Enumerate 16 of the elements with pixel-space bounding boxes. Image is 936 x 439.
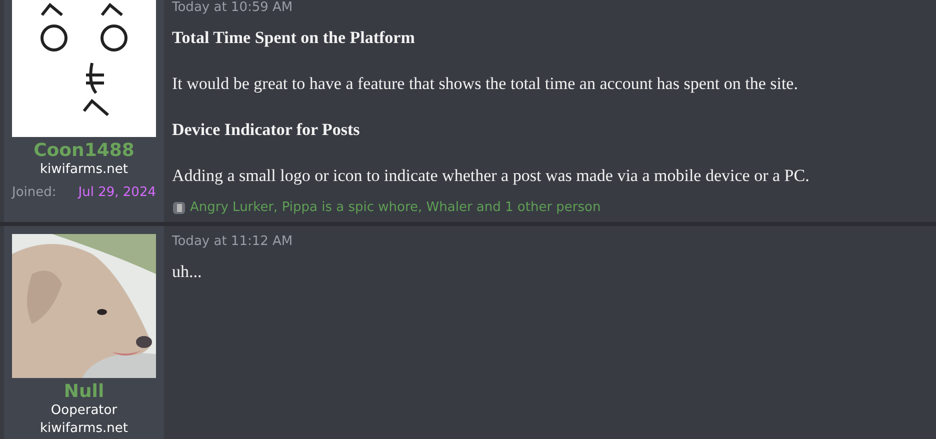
- user-title: Ooperator: [50, 402, 118, 420]
- post-heading: Device Indicator for Posts: [172, 119, 361, 141]
- reaction-list[interactable]: Angry Lurker, Pippa is a spic whore, Whaler and 1 other person: [190, 198, 601, 218]
- joined-date: Jul 29, 2024: [78, 184, 156, 202]
- user-title: kiwifarms.net: [40, 161, 128, 179]
- joined-label: Joined:: [12, 184, 56, 202]
- post-paragraph: uh...: [172, 260, 203, 282]
- username-link[interactable]: Null: [64, 382, 104, 402]
- post-timestamp[interactable]: Today at 11:12 AM: [172, 234, 928, 250]
- reaction-icon: [172, 200, 186, 215]
- post-paragraph: Adding a small logo or icon to indicate whether a post was made via a mobile device or a PC.: [172, 165, 810, 187]
- user-title: kiwifarms.net: [40, 420, 128, 438]
- post-timestamp[interactable]: Today at 10:59 AM: [172, 0, 928, 16]
- post-paragraph: It would be great to have a feature that shows the total time an account has spent on the site.: [172, 73, 799, 95]
- post-heading: Total Time Spent on the Platform: [172, 27, 416, 49]
- username-link[interactable]: Coon1488: [34, 141, 134, 161]
